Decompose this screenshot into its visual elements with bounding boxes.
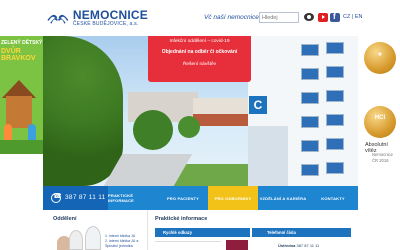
awards-sidebar: ★ HCI Absolutní vítěz Nemocnice ČR 2016 bbox=[358, 36, 400, 186]
award-badge-label: ★ bbox=[377, 52, 383, 58]
grass-strip bbox=[0, 140, 43, 154]
promo-line-2: DVŮR BRAVKOV bbox=[1, 48, 36, 62]
nav-for-patients[interactable]: Pro pacienty bbox=[158, 186, 208, 210]
window bbox=[301, 140, 319, 152]
switchboard-label: Ústředna bbox=[278, 243, 296, 248]
hospital-logo[interactable]: NEMOCNICE ČESKÉ BUDĚJOVICE, a.s. bbox=[46, 6, 148, 30]
department-link[interactable]: 2. interní klinika JU a Spinální jednotk… bbox=[105, 239, 147, 249]
window bbox=[326, 138, 344, 150]
logo-title: NEMOCNICE bbox=[72, 7, 148, 22]
departments-panel: Oddělení 1. interní klinika JU 2. intern… bbox=[43, 210, 148, 250]
building-c-entrance bbox=[248, 126, 288, 186]
window bbox=[326, 66, 344, 78]
hands-logo-icon bbox=[47, 14, 69, 24]
window bbox=[301, 44, 319, 56]
departments-title: Oddělení bbox=[53, 216, 77, 222]
nav-practical-info[interactable]: Praktické informace bbox=[108, 186, 158, 210]
red-roofs bbox=[193, 114, 248, 126]
nav-for-professionals[interactable]: Pro odborníky bbox=[208, 186, 258, 210]
phone-bar: 387 87 11 11 bbox=[43, 186, 108, 210]
tab-phone-numbers[interactable]: Telefonní čísla bbox=[252, 228, 351, 237]
window bbox=[326, 114, 344, 126]
switchboard-number[interactable]: 387 87 11 11 bbox=[296, 243, 319, 248]
window bbox=[301, 68, 319, 80]
award-badge[interactable]: ★ bbox=[364, 42, 396, 74]
tree bbox=[178, 116, 200, 138]
notice-link[interactable]: Infekční oddělení – covid-19 bbox=[148, 39, 251, 44]
youtube-icon[interactable] bbox=[318, 13, 328, 22]
quick-link-thumbnail[interactable] bbox=[226, 240, 248, 250]
nav-contacts[interactable]: Kontakty bbox=[308, 186, 358, 210]
logo-subtitle: ČESKÉ BUDĚJOVICE, a.s. bbox=[72, 20, 139, 27]
divider bbox=[155, 241, 221, 242]
left-promo-banner[interactable]: ZELENÝ DĚTSKÝ DVŮR BRAVKOV bbox=[0, 36, 43, 154]
doctors-photo bbox=[57, 226, 107, 250]
house-illustration bbox=[6, 96, 32, 128]
tree bbox=[133, 110, 173, 150]
window bbox=[326, 42, 344, 54]
department-links: 1. interní klinika JU 2. interní klinika… bbox=[105, 234, 147, 249]
eye-icon[interactable] bbox=[304, 13, 314, 21]
main-nav: Praktické informace Pro pacienty Pro odb… bbox=[108, 186, 358, 210]
window bbox=[326, 90, 344, 102]
practical-info-title: Praktické informace bbox=[155, 216, 208, 222]
promo-line-1: ZELENÝ DĚTSKÝ bbox=[1, 40, 43, 46]
award-subtitle: Nemocnice ČR 2016 bbox=[372, 152, 393, 163]
switchboard-row: Ústředna 387 87 11 11 bbox=[278, 243, 319, 248]
doctor-figure bbox=[69, 230, 83, 250]
building-c-sign: C bbox=[249, 96, 267, 114]
content-area: Oddělení 1. interní klinika JU 2. intern… bbox=[43, 210, 358, 250]
language-switch[interactable]: CZ | EN bbox=[343, 14, 362, 20]
phone-number[interactable]: 387 87 11 11 bbox=[65, 194, 106, 201]
window bbox=[301, 164, 319, 176]
window bbox=[301, 92, 319, 104]
doctor-figure bbox=[85, 226, 101, 250]
search-input[interactable] bbox=[259, 12, 299, 23]
hci-award-badge[interactable]: HCI bbox=[364, 106, 396, 138]
window bbox=[326, 162, 344, 174]
site-header: NEMOCNICE ČESKÉ BUDĚJOVICE, a.s. Vč naší… bbox=[0, 0, 400, 36]
facebook-icon[interactable] bbox=[330, 12, 340, 22]
nav-education-career[interactable]: Vzdělání a kariéra bbox=[258, 186, 308, 210]
award-badge-label: HCI bbox=[374, 115, 386, 121]
window bbox=[301, 116, 319, 128]
notice-link[interactable]: Řešení návštěv bbox=[148, 62, 251, 67]
search-label: Vč naší nemocnice: bbox=[204, 14, 261, 21]
covid-notice-box: Infekční oddělení – covid-19 Objednání n… bbox=[148, 36, 251, 82]
phone-icon bbox=[51, 192, 62, 203]
hero-image: C Infekční oddělení – covid-19 Objednání… bbox=[43, 36, 358, 186]
tab-quick-links[interactable]: Rychlé odkazy bbox=[155, 228, 250, 237]
notice-link[interactable]: Objednání na odběr či očkování bbox=[148, 49, 251, 55]
